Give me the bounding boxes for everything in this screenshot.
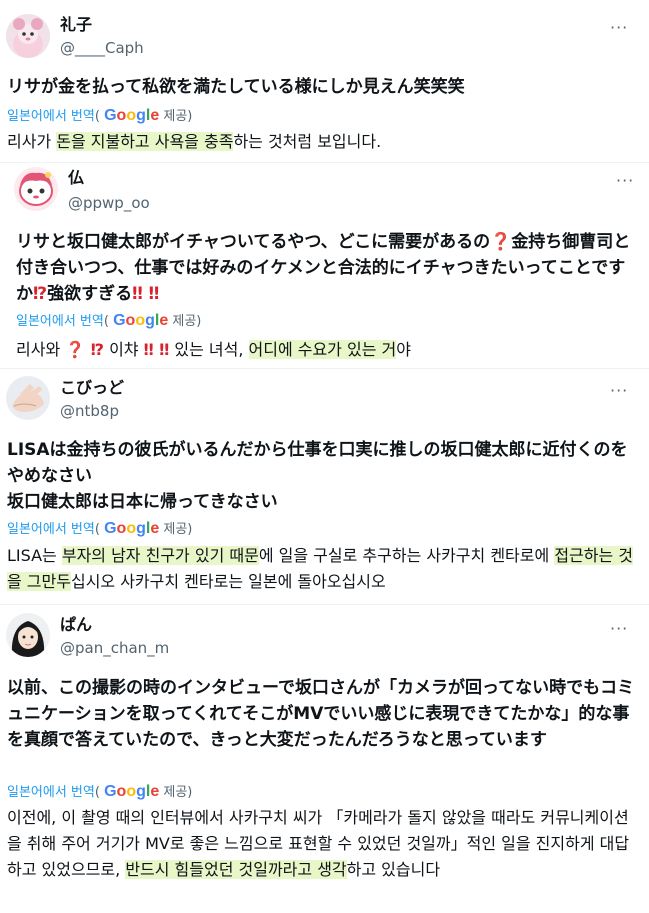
translated-from-label[interactable]: 일본어에서 번역 [16, 314, 104, 329]
avatar[interactable] [6, 376, 50, 420]
provided-by-label: 제공) [163, 785, 193, 800]
translation-attribution[interactable]: 일본어에서 번역( Google 제공) [7, 520, 192, 539]
display-name[interactable]: 仏 [68, 168, 84, 188]
post-1[interactable]: 礼子 @____Caph ··· リサが金を払って私欲を満たしている様にしか見え… [0, 0, 649, 162]
google-logo-icon: Google [104, 107, 160, 124]
more-options-icon[interactable]: ··· [610, 20, 628, 36]
google-logo-icon: Google [104, 783, 160, 800]
translated-from-label[interactable]: 일본어에서 번역 [7, 109, 95, 124]
user-handle[interactable]: @pan_chan_m [60, 638, 169, 658]
more-options-icon[interactable]: ··· [616, 173, 634, 189]
display-name[interactable]: ぱん [60, 615, 92, 635]
display-name[interactable]: こびっど [60, 378, 124, 398]
avatar-image [14, 167, 58, 211]
translated-from-label[interactable]: 일본어에서 번역 [7, 522, 95, 537]
post-text-original: LISAは金持ちの彼氏がいるんだから仕事を口実に推しの坂口健太郎に近付くのをやめ… [7, 440, 628, 512]
avatar-image [6, 14, 50, 58]
avatar-image [6, 376, 50, 420]
more-options-icon[interactable]: ··· [610, 621, 628, 637]
post-text-original: リサと坂口健太郎がイチャついてるやつ、どこに需要があるの❓金持ち御曹司と付き合い… [16, 232, 631, 304]
post-text-translated: LISA는 부자의 남자 친구가 있기 때문에 일을 구실로 추구하는 사카구치… [7, 546, 633, 591]
avatar[interactable] [6, 613, 50, 657]
translation-attribution[interactable]: 일본어에서 번역( Google 제공) [7, 783, 192, 802]
provided-by-label: 제공) [163, 109, 193, 124]
question-emoji-icon: ❓ [490, 232, 512, 252]
post-text-original: 以前、この撮影の時のインタビューで坂口さんが「カメラが回ってない時でもコミュニケ… [7, 678, 635, 750]
post-text-translated: 이전에, 이 촬영 때의 인터뷰에서 사카구치 씨가 「카메라가 돌지 않았을 … [7, 808, 630, 879]
display-name[interactable]: 礼子 [60, 15, 92, 35]
interrobang-emoji-icon: ⁉ [33, 284, 48, 304]
post-text-translated: 리사가 돈을 지불하고 사욕을 충족하는 것처럼 보입니다. [7, 132, 382, 151]
more-options-icon[interactable]: ··· [610, 383, 628, 399]
user-handle[interactable]: @____Caph [60, 38, 144, 58]
translated-from-label[interactable]: 일본어에서 번역 [7, 785, 95, 800]
provided-by-label: 제공) [163, 522, 193, 537]
avatar[interactable] [14, 167, 58, 211]
translation-attribution[interactable]: 일본어에서 번역( Google 제공) [16, 312, 201, 331]
post-2[interactable]: 仏 @ppwp_oo ··· リサと坂口健太郎がイチャついてるやつ、どこに需要が… [0, 163, 649, 368]
post-text-translated: 리사와 ❓ ⁉ 이챠 ‼ ‼ 있는 녀석, 어디에 수요가 있는 거야 [16, 340, 411, 359]
post-4[interactable]: ぱん @pan_chan_m ··· 以前、この撮影の時のインタビューで坂口さん… [0, 605, 649, 913]
post-3[interactable]: こびっど @ntb8p ··· LISAは金持ちの彼氏がいるんだから仕事を口実に… [0, 369, 649, 604]
post-text-original: リサが金を払って私欲を満たしている様にしか見えん笑笑笑 [7, 77, 465, 97]
provided-by-label: 제공) [172, 314, 202, 329]
user-handle[interactable]: @ntb8p [60, 401, 119, 421]
avatar[interactable] [6, 14, 50, 58]
google-logo-icon: Google [104, 520, 160, 537]
google-logo-icon: Google [113, 312, 169, 329]
avatar-image [6, 613, 50, 657]
double-exclamation-emoji-icon: ‼ ‼ [132, 284, 160, 304]
translation-attribution[interactable]: 일본어에서 번역( Google 제공) [7, 107, 192, 126]
user-handle[interactable]: @ppwp_oo [68, 193, 150, 213]
